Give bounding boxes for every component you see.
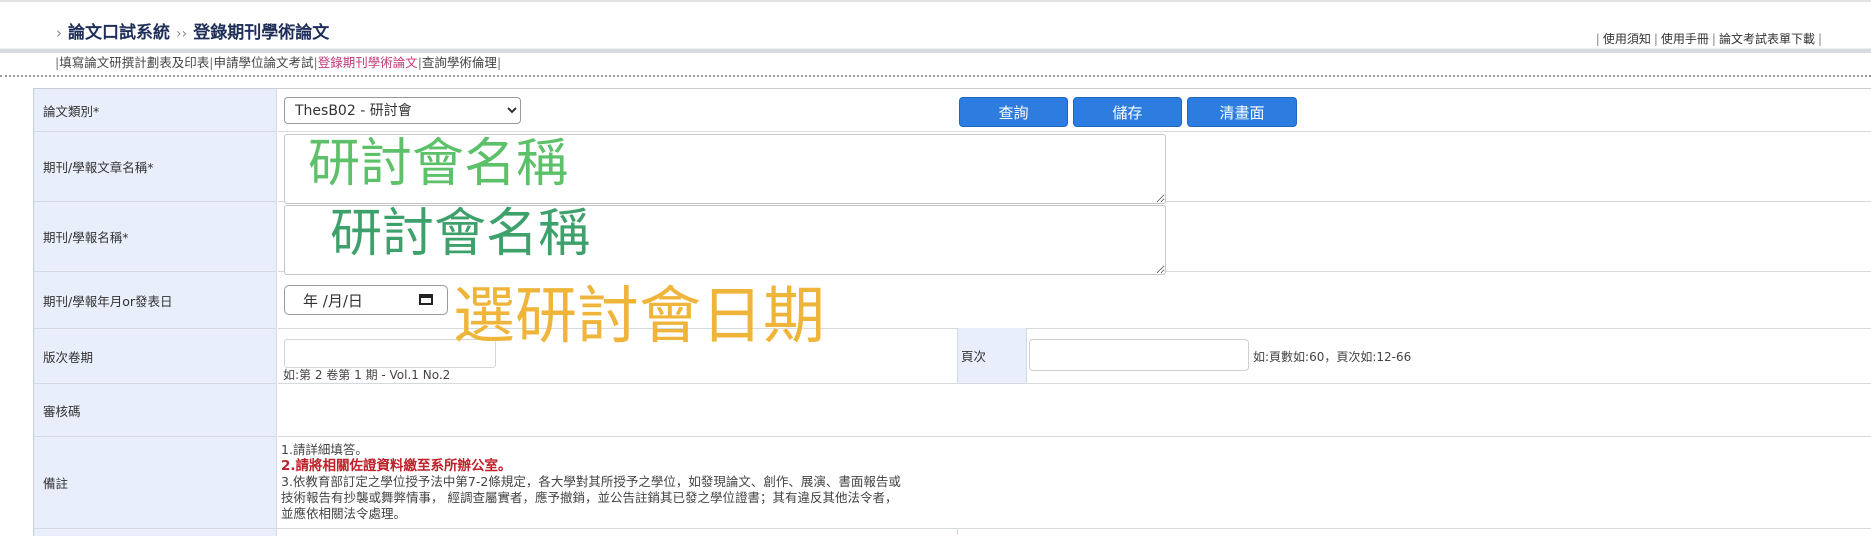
page-header: › 論文口試系統 ›› 登錄期刊學術論文 | 使用須知 | 使用手冊 | 論文考試表單下載 | [0, 8, 1871, 48]
remark-notes: 1.請詳細填答。 2.請將相關佐證資料繳至系所辦公室。 3.依教育部訂定之學位授… [281, 442, 901, 522]
article-title-label: 期刊/學報文章名稱* [34, 132, 277, 202]
page-hint: 如:頁數如:60，頁次如:12-66 [1253, 350, 1412, 364]
subnav-item-journal[interactable]: 登錄期刊學術論文 [318, 55, 418, 70]
date-placeholder: 年 /月/日 [303, 291, 363, 310]
subnav-item-ethics[interactable]: 查詢學術倫理 [422, 55, 497, 70]
breadcrumb: › 論文口試系統 ›› 登錄期刊學術論文 [56, 18, 329, 43]
note-line-2: 2.請將相關佐證資料繳至系所辦公室。 [281, 458, 512, 474]
next-row-divider [957, 528, 958, 535]
link-form-download[interactable]: 論文考試表單下載 [1719, 32, 1815, 46]
link-usage-notice[interactable]: 使用須知 [1603, 32, 1651, 46]
volume-hint: 如:第 2 卷第 1 期 - Vol.1 No.2 [283, 368, 451, 382]
top-border [0, 0, 1871, 2]
dotted-divider [0, 75, 1871, 77]
query-button[interactable]: 查詢 [959, 97, 1068, 127]
top-links: | 使用須知 | 使用手冊 | 論文考試表單下載 | [1595, 32, 1822, 46]
sub-navigation: |填寫論文研撰計劃表及印表|申請學位論文考試|登錄期刊學術論文|查詢學術倫理| [55, 55, 502, 70]
link-user-manual[interactable]: 使用手冊 [1661, 32, 1709, 46]
paper-type-select[interactable]: ThesB02 - 研討會 [284, 97, 521, 124]
annotation-date: 選研討會日期 [453, 279, 826, 352]
remark-label: 備註 [34, 437, 277, 529]
calendar-icon[interactable] [419, 294, 433, 305]
clear-button[interactable]: 清畫面 [1187, 97, 1297, 127]
annotation-article: 研討會名稱 [308, 134, 569, 194]
note-line-4: 技術報告有抄襲或舞弊情事， 經調查屬實者，應予撤銷，並公告註銷其已發之學位證書；… [281, 490, 898, 505]
note-line-3: 3.依教育部訂定之學位授予法中第7-2條規定，各大學對其所授予之學位，如發現論文… [281, 474, 901, 489]
page-input[interactable] [1029, 339, 1249, 371]
annotation-journal: 研討會名稱 [330, 204, 591, 264]
note-line-5: 並應依相關法令處理。 [281, 506, 407, 521]
subnav-item-exam[interactable]: 申請學位論文考試 [213, 55, 313, 70]
save-button[interactable]: 儲存 [1073, 97, 1182, 127]
publish-date-input[interactable]: 年 /月/日 [284, 285, 448, 315]
type-label: 論文類別* [34, 89, 277, 132]
review-field-cell [278, 384, 1871, 437]
breadcrumb-current: 登錄期刊學術論文 [193, 23, 330, 43]
page-label: 頁次 [957, 328, 1027, 383]
journal-name-label: 期刊/學報名稱* [34, 202, 277, 272]
review-code-label: 審核碼 [34, 384, 277, 437]
volume-label: 版次卷期 [34, 329, 277, 384]
subnav-item-plan[interactable]: 填寫論文研撰計劃表及印表 [59, 55, 209, 70]
breadcrumb-system[interactable]: 論文口試系統 [68, 23, 170, 43]
chevron-right-icon: › [56, 24, 62, 42]
publish-date-label: 期刊/學報年月or發表日 [34, 272, 277, 329]
double-chevron-icon: ›› [176, 26, 188, 42]
note-line-1: 1.請詳細填答。 [281, 442, 368, 457]
